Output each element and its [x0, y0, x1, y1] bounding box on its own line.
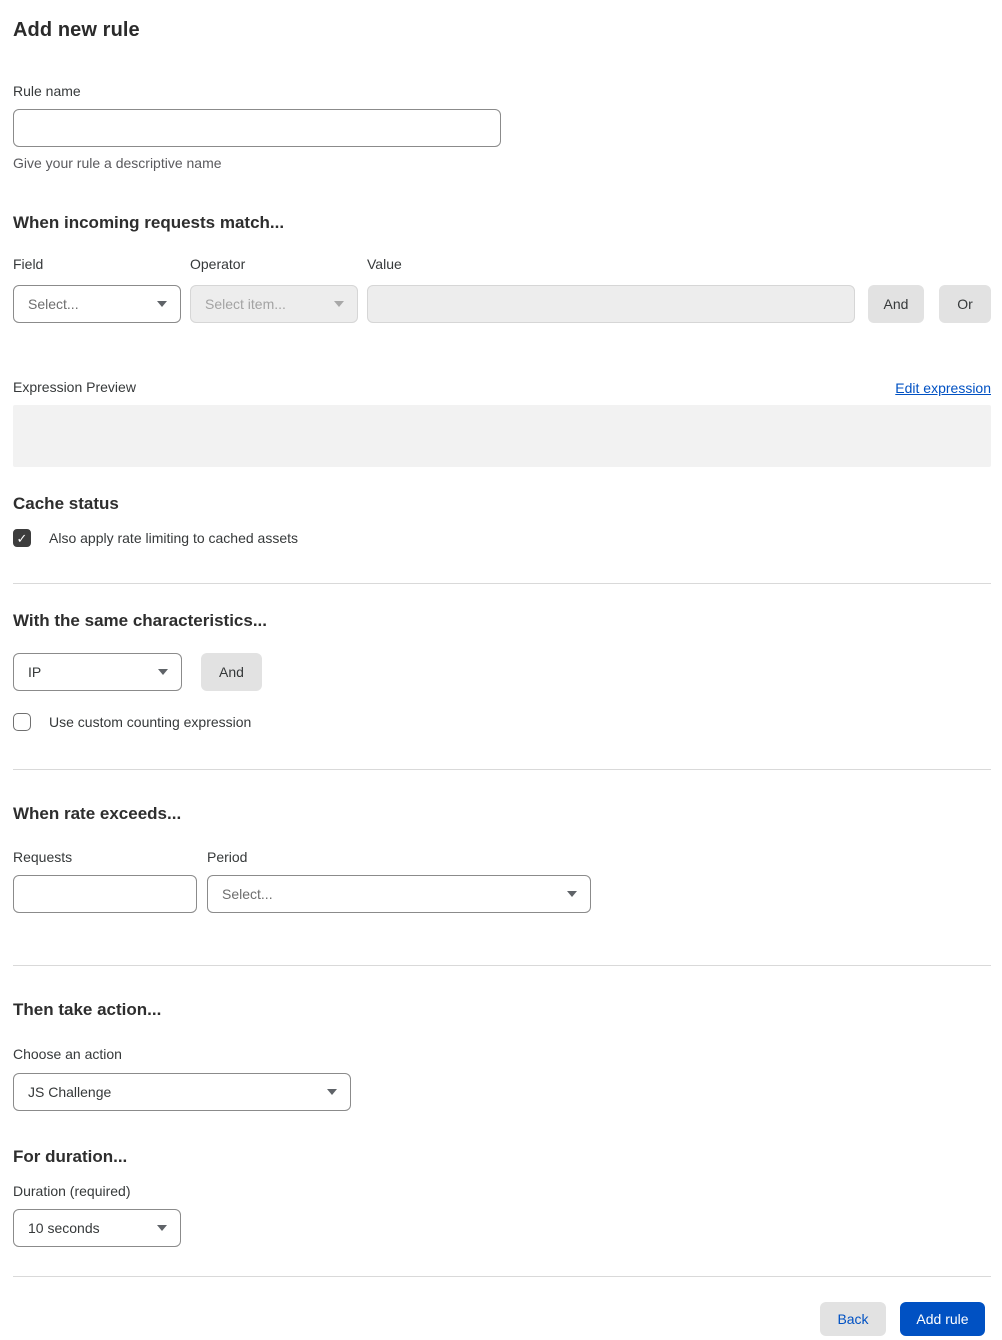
cached-assets-checkbox[interactable]: ✓	[13, 529, 31, 547]
action-select-value: JS Challenge	[28, 1084, 112, 1100]
field-label: Field	[13, 256, 44, 272]
duration-label: Duration (required)	[13, 1183, 131, 1199]
chevron-down-icon	[157, 1225, 167, 1231]
operator-select: Select item...	[190, 285, 358, 323]
cache-checkbox-row: ✓ Also apply rate limiting to cached ass…	[13, 529, 991, 547]
characteristic-select[interactable]: IP	[13, 653, 182, 691]
or-button[interactable]: Or	[939, 285, 991, 323]
chevron-down-icon	[334, 301, 344, 307]
rule-name-input[interactable]	[13, 109, 501, 147]
add-rule-form: Add new rule Rule name Give your rule a …	[0, 0, 1002, 1336]
value-label: Value	[367, 256, 402, 272]
rule-name-helper: Give your rule a descriptive name	[13, 155, 222, 171]
operator-select-value: Select item...	[205, 296, 286, 312]
chevron-down-icon	[158, 669, 168, 675]
match-labels-row: Field Operator Value	[13, 256, 991, 273]
counting-expression-checkbox[interactable]	[13, 713, 31, 731]
expression-preview-row: Expression Preview Edit expression	[13, 379, 991, 396]
value-input	[367, 285, 855, 323]
period-label: Period	[207, 849, 248, 865]
rate-controls-row: Select...	[13, 875, 991, 913]
match-controls-row: Select... Select item... And Or	[13, 285, 991, 323]
characteristics-controls-row: IP And	[13, 653, 991, 691]
edit-expression-link[interactable]: Edit expression	[895, 380, 991, 396]
back-button[interactable]: Back	[820, 1302, 886, 1336]
characteristic-select-value: IP	[28, 664, 42, 680]
cache-section-heading: Cache status	[13, 494, 119, 513]
requests-input[interactable]	[13, 875, 197, 913]
characteristics-section-heading: With the same characteristics...	[13, 611, 268, 630]
duration-select-value: 10 seconds	[28, 1220, 100, 1236]
add-rule-button[interactable]: Add rule	[900, 1302, 985, 1336]
action-label: Choose an action	[13, 1046, 122, 1062]
action-section-heading: Then take action...	[13, 1000, 162, 1019]
footer-actions: Back Add rule	[13, 1302, 991, 1336]
field-select-value: Select...	[28, 296, 79, 312]
and-button[interactable]: And	[868, 285, 924, 323]
action-select[interactable]: JS Challenge	[13, 1073, 351, 1111]
rule-name-label: Rule name	[13, 83, 81, 99]
operator-label: Operator	[190, 256, 246, 272]
cached-assets-checkbox-label: Also apply rate limiting to cached asset…	[49, 530, 299, 546]
period-select-value: Select...	[222, 886, 273, 902]
duration-select[interactable]: 10 seconds	[13, 1209, 181, 1247]
period-select[interactable]: Select...	[207, 875, 591, 913]
section-divider	[13, 583, 991, 584]
chevron-down-icon	[157, 301, 167, 307]
footer-divider	[13, 1276, 991, 1277]
requests-label: Requests	[13, 849, 73, 865]
duration-section-heading: For duration...	[13, 1147, 128, 1166]
field-select[interactable]: Select...	[13, 285, 181, 323]
chevron-down-icon	[327, 1089, 337, 1095]
characteristic-and-button[interactable]: And	[201, 653, 262, 691]
counting-expression-checkbox-row: Use custom counting expression	[13, 713, 991, 731]
check-icon: ✓	[16, 530, 28, 546]
expression-preview-box	[13, 405, 991, 467]
chevron-down-icon	[567, 891, 577, 897]
rate-section-heading: When rate exceeds...	[13, 804, 182, 823]
section-divider	[13, 769, 991, 770]
counting-expression-checkbox-label: Use custom counting expression	[49, 714, 252, 730]
expression-preview-label: Expression Preview	[13, 379, 136, 395]
rate-labels-row: Requests Period	[13, 849, 991, 866]
match-section-heading: When incoming requests match...	[13, 213, 285, 232]
page-title: Add new rule	[13, 19, 140, 41]
section-divider	[13, 965, 991, 966]
